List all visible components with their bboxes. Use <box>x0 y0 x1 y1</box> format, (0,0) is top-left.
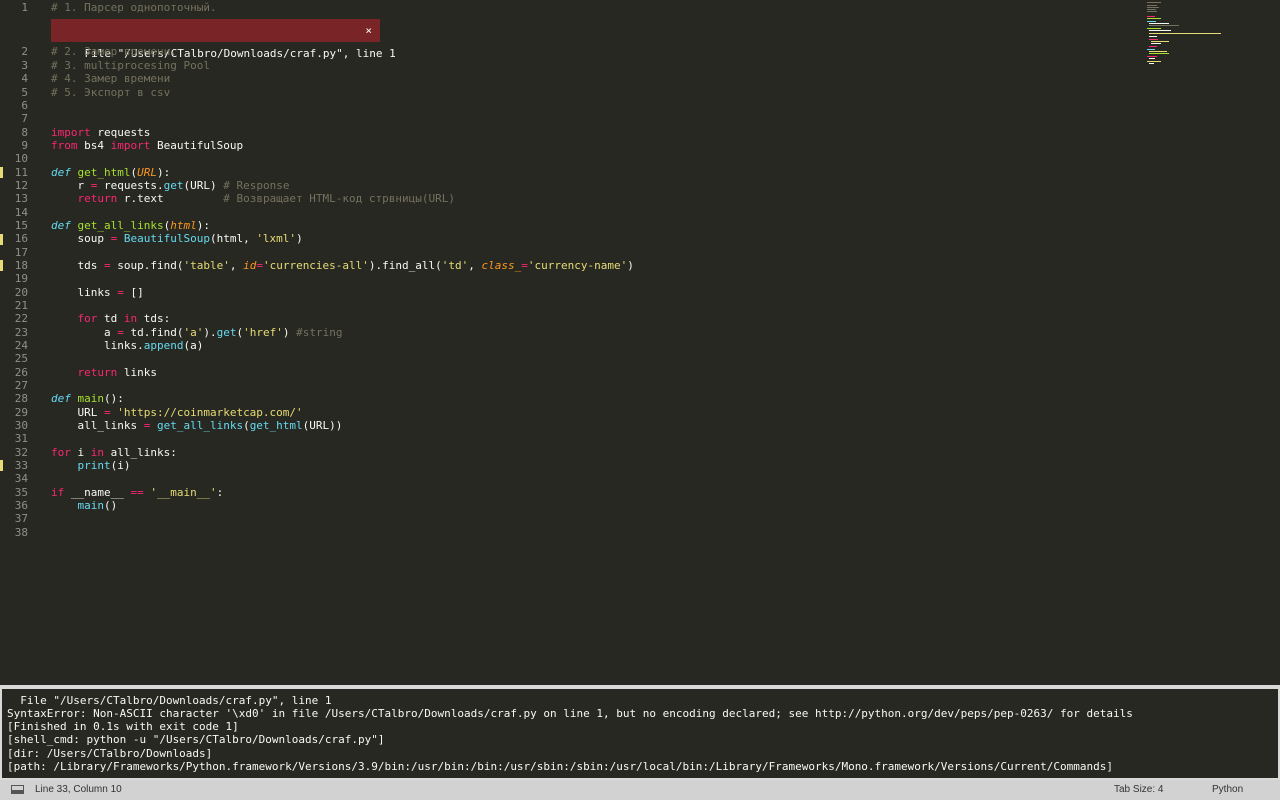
line-number: 6 <box>21 99 28 112</box>
code-line: # 5. Экспорт в csv <box>51 86 171 99</box>
output-line: [dir: /Users/CTalbro/Downloads] <box>7 747 213 760</box>
code-line: # 1. Парсер однопоточный. <box>51 1 217 14</box>
code-line: from bs4 import BeautifulSoup <box>51 139 244 152</box>
line-number: 36 <box>14 499 28 512</box>
line-number: 11 <box>14 166 28 179</box>
code-line: r = requests.get(URL) # Response <box>51 179 290 192</box>
line-number: 17 <box>14 246 28 259</box>
line-number: 33 <box>14 459 28 472</box>
code-line: a = td.find('a').get('href') #string <box>51 326 343 339</box>
line-number: 19 <box>14 272 28 285</box>
code-line: import requests <box>51 126 151 139</box>
output-line: [path: /Library/Frameworks/Python.framew… <box>7 760 1113 773</box>
line-number: 27 <box>14 379 28 392</box>
code-line: for td in tds: <box>51 312 171 325</box>
code-line: for i in all_links: <box>51 446 177 459</box>
code-line: return links <box>51 366 157 379</box>
line-number: 1 <box>21 1 28 14</box>
error-phantom: File "/Users/CTalbro/Downloads/craf.py",… <box>51 19 396 60</box>
line-number: 38 <box>14 526 28 539</box>
line-number: 12 <box>14 179 28 192</box>
line-number: 29 <box>14 406 28 419</box>
code-line: all_links = get_all_links(get_html(URL)) <box>51 419 343 432</box>
line-number: 2 <box>21 45 28 58</box>
line-number: 31 <box>14 432 28 445</box>
line-number: 3 <box>21 59 28 72</box>
line-number: 14 <box>14 206 28 219</box>
code-line: soup = BeautifulSoup(html, 'lxml') <box>51 232 303 245</box>
output-line: SyntaxError: Non-ASCII character '\xd0' … <box>7 707 1133 720</box>
code-line: links = [] <box>51 286 144 299</box>
minimap[interactable] <box>1145 0 1235 70</box>
close-icon[interactable]: × <box>365 19 372 42</box>
code-line: return r.text # Возвращает HTML-код стрв… <box>51 192 455 205</box>
line-number: 20 <box>14 286 28 299</box>
code-line: def main(): <box>51 392 124 405</box>
code-line: def get_html(URL): <box>51 166 171 179</box>
code-line: # 2. Замер времени. <box>51 45 177 58</box>
code-line: tds = soup.find('table', id='currencies-… <box>51 259 634 272</box>
build-output[interactable]: File "/Users/CTalbro/Downloads/craf.py",… <box>2 689 1278 778</box>
output-panel[interactable]: File "/Users/CTalbro/Downloads/craf.py",… <box>0 685 1280 780</box>
code-line: # 3. multiprocesing Pool <box>51 59 210 72</box>
line-number: 5 <box>21 86 28 99</box>
code-line: def get_all_links(html): <box>51 219 210 232</box>
line-number: 4 <box>21 72 28 85</box>
code-line: URL = 'https://coinmarketcap.com/' <box>51 406 303 419</box>
code-line: links.append(a) <box>51 339 204 352</box>
line-number: 30 <box>14 419 28 432</box>
line-number: 25 <box>14 352 28 365</box>
line-number: 26 <box>14 366 28 379</box>
line-number: 34 <box>14 472 28 485</box>
tab-size-selector[interactable]: Tab Size: 4 <box>1114 784 1163 795</box>
code-line: print(i) <box>77 459 131 472</box>
code-line: if __name__ == '__main__': <box>51 486 224 499</box>
line-number: 10 <box>14 152 28 165</box>
line-number: 22 <box>14 312 28 325</box>
line-number: 32 <box>14 446 28 459</box>
panel-toggle-icon[interactable] <box>11 785 24 794</box>
line-number: 15 <box>14 219 28 232</box>
line-number: 9 <box>21 139 28 152</box>
line-number: 8 <box>21 126 28 139</box>
line-number: 23 <box>14 326 28 339</box>
line-number: 35 <box>14 486 28 499</box>
line-number: 16 <box>14 232 28 245</box>
output-line: File "/Users/CTalbro/Downloads/craf.py",… <box>7 694 332 707</box>
line-number: 28 <box>14 392 28 405</box>
code-line: main() <box>77 499 118 512</box>
line-number: 37 <box>14 512 28 525</box>
line-number: 13 <box>14 192 28 205</box>
code-line: # 4. Замер времени <box>51 72 171 85</box>
code-editor[interactable]: 1 2 3 4 5 6 7 8 9 10 11 12 13 14 15 16 1… <box>0 0 1280 685</box>
output-line: [Finished in 0.1s with exit code 1] <box>7 720 239 733</box>
status-bar: Line 33, Column 10 Tab Size: 4 Python <box>0 780 1280 800</box>
line-number: 7 <box>21 112 28 125</box>
syntax-selector[interactable]: Python <box>1212 784 1243 795</box>
line-number: 21 <box>14 299 28 312</box>
line-number: 24 <box>14 339 28 352</box>
output-line: [shell_cmd: python -u "/Users/CTalbro/Do… <box>7 733 385 746</box>
cursor-position: Line 33, Column 10 <box>35 784 122 795</box>
line-number: 18 <box>14 259 28 272</box>
